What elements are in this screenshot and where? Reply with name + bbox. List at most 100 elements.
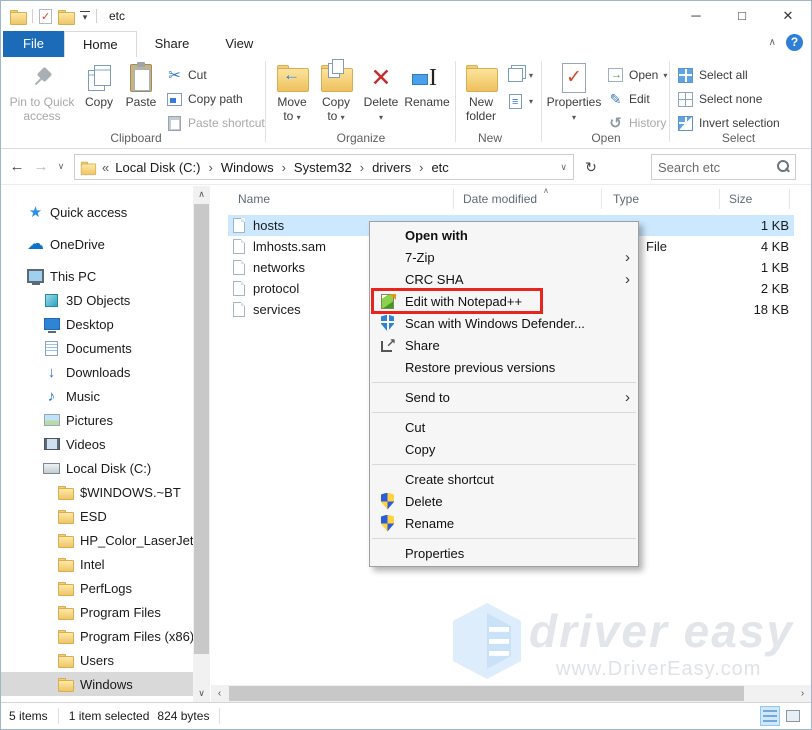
collapse-ribbon-icon[interactable]: ∧: [769, 37, 776, 48]
copy-path-button[interactable]: Copy path: [166, 89, 243, 109]
sidebar-item[interactable]: ESD: [1, 504, 193, 528]
tab-home[interactable]: Home: [64, 31, 137, 57]
pin-to-quick-access-button[interactable]: Pin to Quick access: [9, 61, 75, 123]
menu-item[interactable]: Copy ›: [370, 438, 638, 460]
breadcrumb-overflow[interactable]: «: [96, 160, 111, 175]
folder-icon[interactable]: [10, 10, 26, 23]
sidebar-item[interactable]: Local Disk (C:): [1, 456, 193, 480]
sidebar-item[interactable]: Program Files: [1, 600, 193, 624]
easy-access-button[interactable]: ▾: [507, 91, 533, 111]
search-icon[interactable]: [775, 159, 791, 175]
sidebar-item[interactable]: Users: [1, 648, 193, 672]
menu-item[interactable]: Send to ›: [370, 386, 638, 408]
horizontal-scrollbar[interactable]: ‹ ›: [211, 685, 811, 702]
tab-file[interactable]: File: [3, 31, 64, 57]
menu-item[interactable]: ›: [370, 534, 638, 542]
breadcrumb-item[interactable]: System32 ›: [290, 160, 368, 175]
search-input[interactable]: [652, 160, 775, 175]
maximize-button[interactable]: □: [719, 1, 765, 30]
address-dropdown-icon[interactable]: ∨: [560, 162, 567, 173]
scroll-left-icon[interactable]: ‹: [211, 685, 228, 702]
menu-item[interactable]: Scan with Windows Defender... ›: [370, 312, 638, 334]
close-button[interactable]: ✕: [765, 1, 811, 30]
recent-locations-icon[interactable]: ∨: [53, 161, 69, 172]
column-header-type[interactable]: Type: [613, 192, 639, 206]
cut-button[interactable]: ✂ Cut: [166, 65, 207, 85]
menu-item[interactable]: Rename ›: [370, 512, 638, 534]
breadcrumb[interactable]: « Local Disk (C:) › Windows › System32: [74, 154, 574, 180]
history-button[interactable]: ↺ History: [607, 113, 666, 133]
large-icons-view-button[interactable]: [783, 706, 803, 726]
sidebar-item[interactable]: $WINDOWS.~BT: [1, 480, 193, 504]
customize-toolbar-icon[interactable]: ▾: [80, 11, 90, 21]
sidebar-item[interactable]: Pictures: [1, 408, 193, 432]
select-all-button[interactable]: Select all: [677, 65, 748, 85]
forward-icon[interactable]: →: [29, 158, 53, 175]
sidebar-item-icon: [57, 628, 74, 645]
tab-view[interactable]: View: [207, 31, 271, 57]
menu-item[interactable]: Create shortcut ›: [370, 468, 638, 490]
sidebar-item[interactable]: This PC: [1, 264, 193, 288]
menu-item[interactable]: Cut ›: [370, 416, 638, 438]
properties-icon[interactable]: [39, 9, 52, 24]
sidebar-item[interactable]: Documents: [1, 336, 193, 360]
back-icon[interactable]: ←: [5, 158, 29, 175]
sidebar-item[interactable]: OneDrive: [1, 232, 193, 256]
minimize-button[interactable]: ─: [673, 1, 719, 30]
breadcrumb-item[interactable]: drivers ›: [368, 160, 427, 175]
copy-button[interactable]: Copy: [79, 61, 119, 109]
properties-button[interactable]: Properties ▾: [547, 61, 601, 125]
delete-button[interactable]: ✕ Delete ▾: [359, 61, 403, 125]
menu-item[interactable]: Properties ›: [370, 542, 638, 564]
sidebar-item[interactable]: Videos: [1, 432, 193, 456]
sidebar-item[interactable]: Downloads: [1, 360, 193, 384]
menu-item[interactable]: ›: [370, 408, 638, 416]
menu-item[interactable]: ›: [370, 378, 638, 386]
paste-shortcut-button[interactable]: Paste shortcut: [166, 113, 265, 133]
paste-button[interactable]: Paste: [121, 61, 161, 109]
menu-item[interactable]: ›: [370, 460, 638, 468]
rename-button[interactable]: Rename: [403, 61, 451, 109]
edit-button[interactable]: ✎ Edit: [607, 89, 650, 109]
scrollbar-thumb[interactable]: [229, 686, 744, 701]
sidebar-item[interactable]: Quick access: [1, 200, 193, 224]
scroll-up-icon[interactable]: ∧: [193, 186, 210, 203]
menu-item[interactable]: CRC SHA ›: [370, 268, 638, 290]
menu-item[interactable]: Restore previous versions ›: [370, 356, 638, 378]
sidebar-item[interactable]: Desktop: [1, 312, 193, 336]
tab-share[interactable]: Share: [137, 31, 208, 57]
sidebar-item[interactable]: PerfLogs: [1, 576, 193, 600]
select-none-button[interactable]: Select none: [677, 89, 762, 109]
menu-item[interactable]: Share ›: [370, 334, 638, 356]
help-icon[interactable]: ?: [786, 34, 803, 51]
scrollbar-thumb[interactable]: [194, 204, 209, 654]
breadcrumb-item[interactable]: etc ›: [427, 160, 452, 175]
move-to-button[interactable]: ← Move to ▾: [271, 61, 313, 125]
scroll-down-icon[interactable]: ∨: [193, 685, 210, 702]
column-header-date[interactable]: Date modified: [463, 192, 537, 206]
sidebar-item[interactable]: 3D Objects: [1, 288, 193, 312]
new-folder-icon[interactable]: [58, 10, 74, 23]
breadcrumb-item[interactable]: Local Disk (C:) ›: [111, 160, 217, 175]
breadcrumb-item[interactable]: Windows ›: [217, 160, 290, 175]
scroll-right-icon[interactable]: ›: [794, 685, 811, 702]
new-item-button[interactable]: ▾: [507, 65, 533, 85]
sidebar-item[interactable]: Intel: [1, 552, 193, 576]
sidebar-item[interactable]: HP_Color_LaserJet_Pro_M: [1, 528, 193, 552]
details-view-icon: [763, 710, 777, 722]
column-header-name[interactable]: Name: [238, 192, 270, 206]
sidebar-item[interactable]: Program Files (x86): [1, 624, 193, 648]
copy-to-button[interactable]: Copy to ▾: [315, 61, 357, 125]
sidebar-scrollbar[interactable]: ∧ ∨: [193, 186, 210, 702]
invert-selection-button[interactable]: Invert selection: [677, 113, 780, 133]
new-folder-button[interactable]: New folder: [459, 61, 503, 123]
menu-item[interactable]: Delete ›: [370, 490, 638, 512]
details-view-button[interactable]: [760, 706, 780, 726]
column-header-size[interactable]: Size: [729, 192, 752, 206]
refresh-icon[interactable]: ↻: [579, 154, 603, 180]
menu-item[interactable]: Open with ›: [370, 224, 638, 246]
sidebar-item[interactable]: Music: [1, 384, 193, 408]
menu-item[interactable]: 7-Zip ›: [370, 246, 638, 268]
sidebar-item[interactable]: Windows: [1, 672, 193, 696]
open-button[interactable]: Open ▾: [607, 65, 667, 85]
